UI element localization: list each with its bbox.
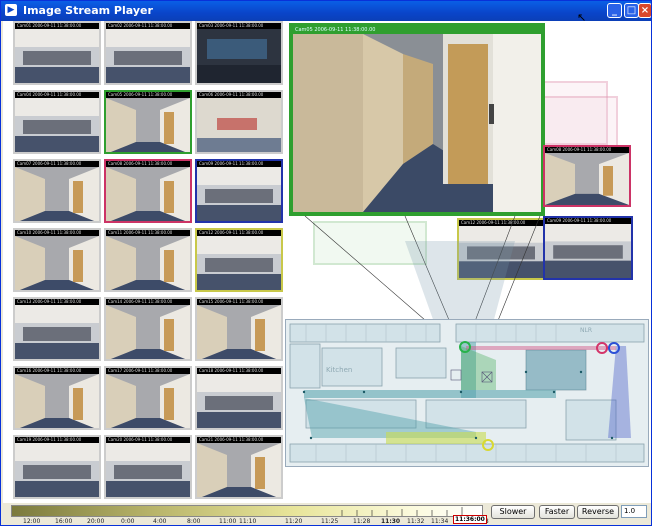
timeline-tick-label: 11:28 — [353, 518, 371, 525]
camera-thumbnail[interactable]: Cam20 2006-09-11 11:38:00.00 — [104, 435, 192, 499]
camera-thumbnail[interactable]: Cam19 2006-09-11 11:38:00.00 — [13, 435, 101, 499]
timeline-tick-label: 12:00 — [23, 518, 41, 525]
player-content: Cam01 2006-09-11 11:38:00.00 Cam02 2006-0… — [3, 21, 651, 503]
title-bar: ▶ Image Stream Player _ □ × — [1, 1, 651, 21]
camera-thumbnail[interactable]: Cam03 2006-09-11 11:38:00.00 — [195, 21, 283, 85]
map-label-nlr: NLR — [580, 327, 592, 334]
camera-thumbnail[interactable]: Cam08 2006-09-11 11:38:00.00 — [104, 159, 192, 223]
minimize-button[interactable]: _ — [607, 3, 622, 18]
camera-image — [106, 443, 190, 497]
timeline-tick-label: 11:34 — [431, 518, 449, 525]
camera-thumbnail[interactable]: Cam14 2006-09-11 11:38:00.00 — [104, 297, 192, 361]
main-view-scene — [293, 34, 541, 212]
maximize-button[interactable]: □ — [624, 3, 639, 18]
timeline-tick-label: 0:00 — [121, 518, 135, 525]
camera-image — [197, 443, 281, 497]
camera-image — [197, 29, 281, 83]
camera-image — [106, 98, 190, 152]
timeline-tick-label: 20:00 — [87, 518, 105, 525]
camera-image — [15, 305, 99, 359]
timeline-tick-label: 8:00 — [187, 518, 201, 525]
current-time: 11:36:00 — [453, 515, 487, 524]
camera-thumbnail[interactable]: Cam06 2006-09-11 11:38:00.00 — [195, 90, 283, 154]
camera-image — [106, 305, 190, 359]
camera-thumbnail[interactable]: Cam07 2006-09-11 11:38:00.00 — [13, 159, 101, 223]
camera-thumbnail[interactable]: Cam16 2006-09-11 11:38:00.00 — [13, 366, 101, 430]
window-title: Image Stream Player — [23, 4, 153, 17]
timeline-tick-label: 11:00 — [219, 518, 237, 525]
camera-grid: Cam01 2006-09-11 11:38:00.00 Cam02 2006-0… — [13, 21, 289, 503]
timeline-tick-label: 11:20 — [285, 518, 303, 525]
camera-image — [106, 374, 190, 428]
camera-image — [106, 236, 190, 290]
related-camera-view[interactable]: Cam08 2006-09-11 11:38:00.00 — [543, 145, 631, 207]
timeline-tick-label: 4:00 — [153, 518, 167, 525]
timeline-slider[interactable] — [11, 505, 483, 517]
camera-thumbnail[interactable]: Cam17 2006-09-11 11:38:00.00 — [104, 366, 192, 430]
timeline-tick-label: 16:00 — [55, 518, 73, 525]
reverse-button[interactable]: Reverse — [577, 505, 619, 519]
timeline-tick-label: 11:10 — [239, 518, 257, 525]
speed-input[interactable]: 1.0 — [621, 505, 647, 518]
camera-thumbnail[interactable]: Cam09 2006-09-11 11:38:00.00 — [195, 159, 283, 223]
app-window: ▶ Image Stream Player _ □ × Cam01 2006-0… — [0, 0, 652, 526]
map-label-kitchen: Kitchen — [326, 366, 352, 374]
camera-thumbnail[interactable]: Cam05 2006-09-11 11:38:00.00 — [104, 90, 192, 154]
timeline-ticks — [341, 507, 463, 516]
camera-thumbnail[interactable]: Cam18 2006-09-11 11:38:00.00 — [195, 366, 283, 430]
main-camera-view[interactable]: Cam05 2006-09-11 11:38:00.00 — [289, 23, 545, 216]
camera-image — [106, 167, 190, 221]
camera-image — [15, 236, 99, 290]
timeline-tick-label: 11:32 — [407, 518, 425, 525]
camera-image — [197, 305, 281, 359]
floor-plan-drawing: Kitchen NLR — [286, 320, 648, 466]
camera-thumbnail[interactable]: Cam15 2006-09-11 11:38:00.00 — [195, 297, 283, 361]
slower-button[interactable]: Slower — [491, 505, 535, 519]
related-view-image — [545, 153, 629, 205]
faster-button[interactable]: Faster — [539, 505, 575, 519]
playback-bar: 12:00 16:00 20:00 0:00 4:00 8:00 11:00 11:10 11:… — [1, 503, 651, 525]
camera-image — [15, 29, 99, 83]
timeline-tick-label: 11:30 — [381, 518, 401, 525]
camera-thumbnail[interactable]: Cam04 2006-09-11 11:38:00.00 — [13, 90, 101, 154]
camera-image — [15, 443, 99, 497]
camera-thumbnail[interactable]: Cam13 2006-09-11 11:38:00.00 — [13, 297, 101, 361]
camera-image — [15, 374, 99, 428]
camera-image — [197, 236, 281, 290]
camera-thumbnail[interactable]: Cam02 2006-09-11 11:38:00.00 — [104, 21, 192, 85]
camera-image — [197, 374, 281, 428]
camera-image — [15, 98, 99, 152]
camera-image — [197, 98, 281, 152]
mouse-cursor-icon: ↖ — [577, 11, 587, 24]
close-button[interactable]: × — [638, 3, 651, 18]
camera-thumbnail[interactable]: Cam12 2006-09-11 11:38:00.00 — [195, 228, 283, 292]
camera-thumbnail[interactable]: Cam01 2006-09-11 11:38:00.00 — [13, 21, 101, 85]
timeline-tick-label: 11:25 — [321, 518, 339, 525]
camera-thumbnail[interactable]: Cam10 2006-09-11 11:38:00.00 — [13, 228, 101, 292]
camera-image — [106, 29, 190, 83]
camera-image — [197, 167, 281, 221]
camera-image — [15, 167, 99, 221]
floor-plan-map[interactable]: Kitchen NLR — [285, 319, 649, 467]
app-icon: ▶ — [5, 4, 17, 16]
camera-thumbnail[interactable]: Cam11 2006-09-11 11:38:00.00 — [104, 228, 192, 292]
main-view-label: Cam05 2006-09-11 11:38:00.00 — [293, 27, 541, 34]
camera-thumbnail[interactable]: Cam21 2006-09-11 11:38:00.00 — [195, 435, 283, 499]
